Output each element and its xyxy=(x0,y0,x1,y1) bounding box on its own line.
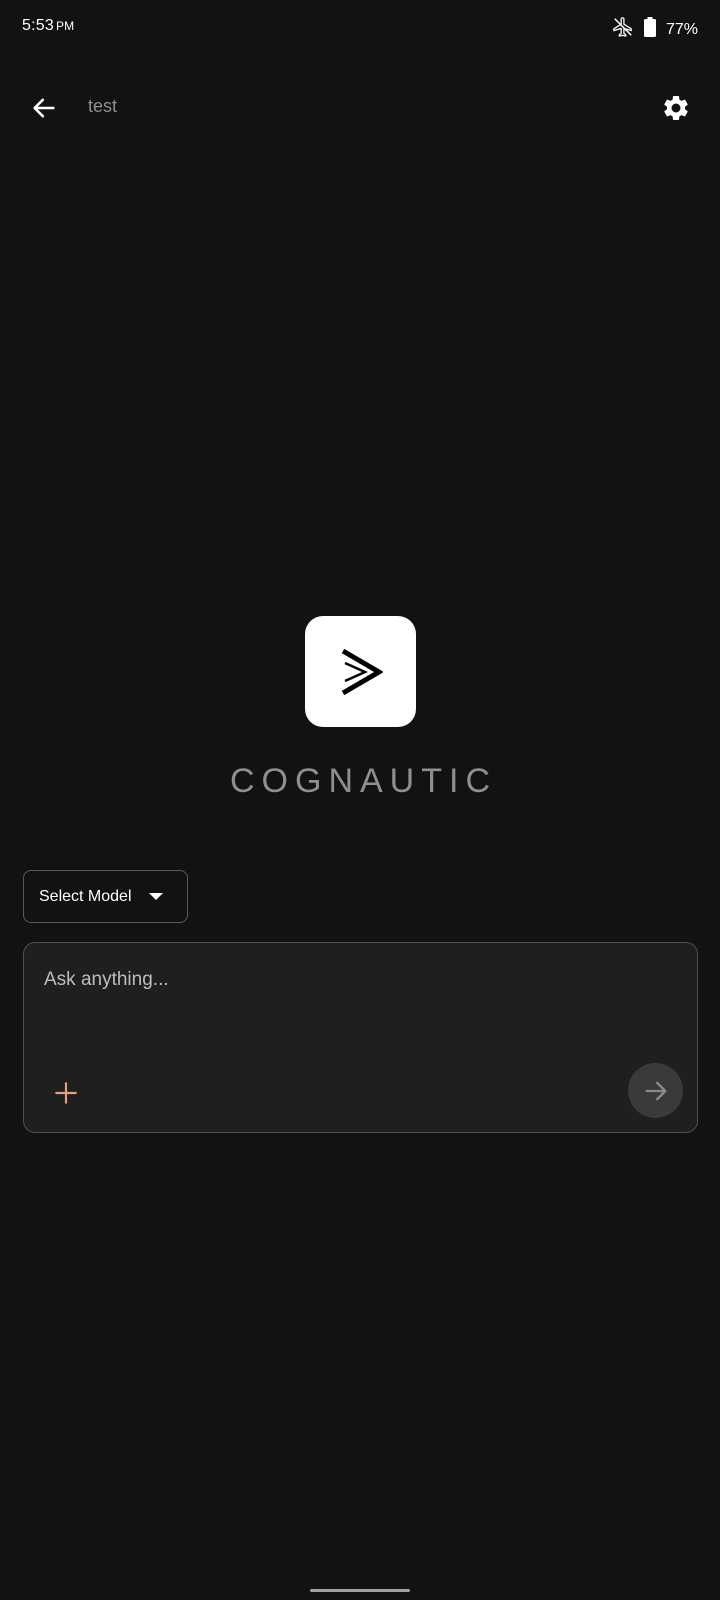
status-ampm: PM xyxy=(55,19,75,33)
app-logo xyxy=(305,616,416,727)
page-title: test xyxy=(88,96,118,116)
battery-percent: 77% xyxy=(665,20,698,38)
gesture-navigation-bar[interactable] xyxy=(310,1589,410,1592)
ask-input[interactable] xyxy=(44,965,664,995)
add-attachment-button[interactable] xyxy=(46,1073,86,1113)
select-model-label: Select Model xyxy=(39,887,132,905)
status-icons: 77% xyxy=(612,16,698,43)
chevron-logo-icon xyxy=(341,648,383,695)
send-button[interactable] xyxy=(628,1063,683,1118)
status-bar: 5:53 PM 77% xyxy=(0,0,720,56)
brand-name: COGNAUTIC xyxy=(230,762,497,800)
app-screen: 5:53 PM 77% test COGNAUTIC Select Model … xyxy=(0,0,720,1600)
settings-button[interactable] xyxy=(650,82,702,134)
chat-input-card xyxy=(23,942,698,1133)
gear-icon xyxy=(664,95,688,120)
airplane-mode-icon xyxy=(612,16,634,43)
plus-icon xyxy=(55,1082,77,1104)
arrow-right-icon xyxy=(645,1081,666,1100)
app-bar: test xyxy=(0,72,720,144)
back-button[interactable] xyxy=(20,84,68,132)
select-model-dropdown[interactable]: Select Model xyxy=(23,870,188,923)
arrow-left-icon xyxy=(33,98,55,118)
battery-icon xyxy=(643,17,656,42)
caret-down-icon xyxy=(149,893,163,900)
status-time-value: 5:53 xyxy=(22,17,54,34)
status-time: 5:53 PM xyxy=(22,17,74,35)
